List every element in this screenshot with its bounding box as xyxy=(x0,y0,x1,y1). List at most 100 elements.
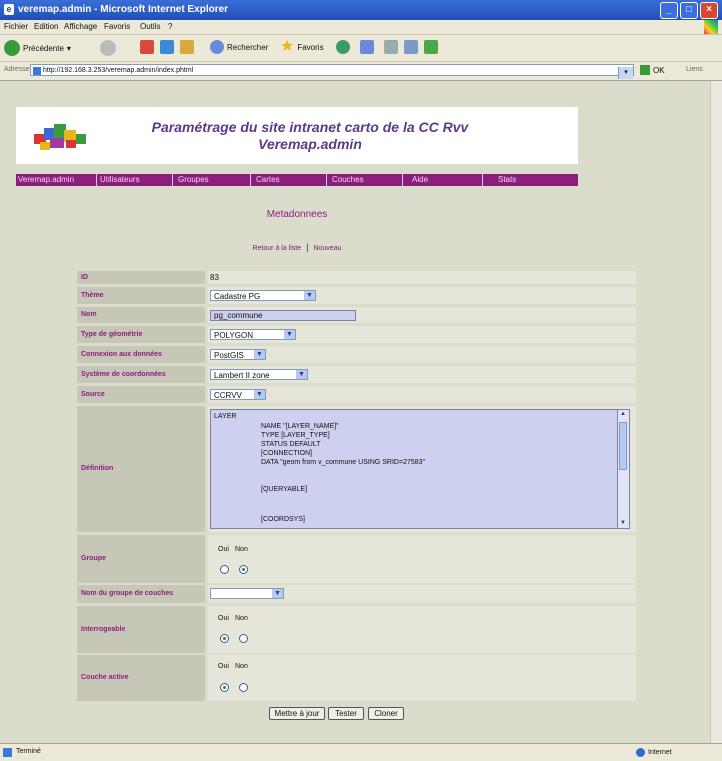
geometry-select[interactable]: POLYGON ▼ xyxy=(210,329,296,340)
back-button[interactable]: Précédente ▾ xyxy=(4,40,71,56)
source-select-value: CCRVV xyxy=(214,391,242,400)
group-yes-radio[interactable] xyxy=(220,565,229,574)
done-page-icon xyxy=(3,748,12,757)
menu-view[interactable]: Affichage xyxy=(64,22,97,31)
minimize-button[interactable]: _ xyxy=(660,2,678,19)
back-to-list-link[interactable]: Retour à la liste xyxy=(252,245,301,252)
address-dropdown-icon[interactable]: ▾ xyxy=(618,67,633,79)
edit-button[interactable] xyxy=(404,40,418,54)
queryable-no-label: Non xyxy=(235,615,248,622)
queryable-yes-label: Oui xyxy=(218,615,229,622)
link-separator: | xyxy=(306,242,309,252)
name-input[interactable]: pg_commune xyxy=(210,310,356,321)
close-button[interactable]: × xyxy=(700,2,718,19)
ie-icon: e xyxy=(4,4,14,15)
nav-veremap-admin[interactable]: Veremap.admin xyxy=(18,175,74,184)
scroll-thumb[interactable] xyxy=(619,422,627,470)
nav-groups[interactable]: Groupes xyxy=(178,175,209,184)
forward-button[interactable] xyxy=(100,40,116,56)
geometry-select-value: POLYGON xyxy=(214,331,253,340)
connection-cell: PostGIS ▼ xyxy=(208,346,636,363)
coord-system-label: Système de coordonnées xyxy=(77,366,205,383)
source-cell: CCRVV ▼ xyxy=(208,386,636,403)
group-no-label: Non xyxy=(235,546,248,553)
coord-system-cell: Lambert II zone ▼ xyxy=(208,366,636,383)
stop-icon xyxy=(140,40,154,54)
geometry-cell: POLYGON ▼ xyxy=(208,326,636,343)
site-title-line2: Veremap.admin xyxy=(258,136,362,152)
active-layer-no-radio[interactable] xyxy=(239,683,248,692)
nav-users[interactable]: Utilisateurs xyxy=(100,175,140,184)
group-name-label: Nom du groupe de couches xyxy=(77,585,205,603)
menu-file[interactable]: Fichier xyxy=(4,22,28,31)
maximize-button[interactable]: □ xyxy=(680,2,698,19)
connection-select-value: PostGIS xyxy=(214,351,244,360)
definition-line: LAYER xyxy=(214,413,237,420)
links-label[interactable]: Liens xyxy=(686,66,703,73)
site-title-line1: Paramétrage du site intranet carto de la… xyxy=(151,119,469,135)
home-icon xyxy=(180,40,194,54)
coord-system-select[interactable]: Lambert II zone ▼ xyxy=(210,369,308,380)
queryable-label: Interrogeable xyxy=(77,606,205,653)
status-text: Terminé xyxy=(16,748,41,755)
nav-maps[interactable]: Cartes xyxy=(256,175,280,184)
nav-stats[interactable]: Stats xyxy=(498,175,516,184)
menu-tools[interactable]: Outils xyxy=(140,22,160,31)
go-button[interactable]: OK xyxy=(640,65,665,75)
update-button[interactable]: Mettre à jour xyxy=(269,707,325,720)
name-cell: pg_commune xyxy=(208,307,636,323)
search-label: Rechercher xyxy=(227,42,269,52)
menu-help[interactable]: ? xyxy=(168,22,172,31)
address-url: http://192.168.3.253/veremap.admin/index… xyxy=(43,67,194,74)
group-yes-label: Oui xyxy=(218,546,229,553)
queryable-no-radio[interactable] xyxy=(239,634,248,643)
forward-arrow-icon xyxy=(100,40,116,56)
definition-line: DATA "geom from v_commune USING SRID=275… xyxy=(261,459,426,466)
connection-select[interactable]: PostGIS ▼ xyxy=(210,349,266,360)
connection-label: Connexion aux données xyxy=(77,346,205,363)
nav-layers[interactable]: Couches xyxy=(332,175,364,184)
definition-line: TYPE [LAYER_TYPE] xyxy=(261,432,330,439)
messenger-button[interactable] xyxy=(424,40,438,54)
group-name-select[interactable]: ▼ xyxy=(210,588,284,599)
favorites-label: Favoris xyxy=(297,42,324,52)
queryable-yes-radio[interactable] xyxy=(220,634,229,643)
new-link[interactable]: Nouveau xyxy=(313,245,341,252)
menu-favorites[interactable]: Favoris xyxy=(104,22,130,31)
theme-cell: Cadastre PG ▼ xyxy=(208,287,636,304)
back-label: Précédente xyxy=(23,43,64,53)
go-label: OK xyxy=(653,65,665,75)
source-select[interactable]: CCRVV ▼ xyxy=(210,389,266,400)
mail-button[interactable] xyxy=(360,40,374,54)
messenger-icon xyxy=(424,40,438,54)
menu-edit[interactable]: Edition xyxy=(34,22,58,31)
group-label: Groupe xyxy=(77,535,205,583)
address-input[interactable]: http://192.168.3.253/veremap.admin/index… xyxy=(30,64,634,79)
search-button[interactable]: Rechercher xyxy=(210,40,268,54)
windows-flag-icon xyxy=(704,20,718,34)
favorites-button[interactable]: ★ Favoris xyxy=(280,39,324,55)
group-no-radio[interactable] xyxy=(239,565,248,574)
definition-scrollbar[interactable]: ▲ ▼ xyxy=(617,410,629,528)
definition-textarea[interactable]: LAYER NAME "[LAYER_NAME]" TYPE [LAYER_TY… xyxy=(210,409,630,529)
scroll-up-icon[interactable]: ▲ xyxy=(618,410,628,419)
clone-button[interactable]: Cloner xyxy=(368,707,404,720)
chevron-down-icon: ▼ xyxy=(272,589,283,598)
stop-button[interactable] xyxy=(140,40,154,54)
test-button[interactable]: Tester xyxy=(328,707,364,720)
nav-help[interactable]: Aide xyxy=(412,175,428,184)
back-arrow-icon xyxy=(4,40,20,56)
address-bar: Adresse http://192.168.3.253/veremap.adm… xyxy=(0,62,722,81)
page-scrollbar[interactable] xyxy=(710,81,722,743)
print-button[interactable] xyxy=(384,40,398,54)
refresh-button[interactable] xyxy=(160,40,174,54)
id-label: ID xyxy=(77,271,205,284)
active-layer-yes-radio[interactable] xyxy=(220,683,229,692)
home-button[interactable] xyxy=(180,40,194,54)
theme-select[interactable]: Cadastre PG ▼ xyxy=(210,290,316,301)
history-button[interactable] xyxy=(336,40,350,54)
id-cell: 83 xyxy=(208,271,636,284)
chevron-down-icon: ▼ xyxy=(296,370,307,379)
scroll-down-icon[interactable]: ▼ xyxy=(618,519,628,528)
nav-divider xyxy=(326,174,327,186)
